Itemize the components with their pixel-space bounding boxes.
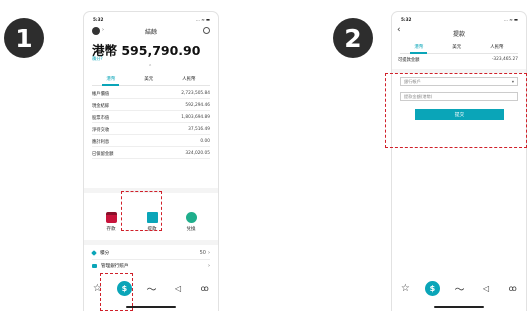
chart-icon[interactable]: 〜 [144, 281, 158, 296]
people-icon[interactable]: ꝏ [506, 281, 520, 295]
bank-card-icon [92, 264, 97, 268]
balance-row: 股票市值 1,803,694.89 [92, 113, 210, 123]
status-icons: ... ≈ ▬ [195, 17, 210, 22]
status-icons: ... ≈ ▬ [503, 17, 518, 22]
phone-balance-screen: 5:32 ... ≈ ▬ › 結餘 港幣 595,790.90 積分? ⌃ 港幣… [83, 11, 219, 311]
balance-row: 應計利息 0.00 [92, 137, 210, 147]
highlight-withdraw [121, 191, 162, 231]
row-label: 應計利息 [92, 139, 110, 145]
send-icon[interactable]: ◁ [171, 281, 185, 295]
tab-rmb[interactable]: 人民幣 [490, 44, 504, 50]
row-label: 帳戶價值 [92, 91, 110, 97]
row-value: 0.00 [200, 139, 210, 144]
home-indicator [434, 306, 484, 308]
page-title: 提款 [452, 31, 465, 38]
exchange-button[interactable]: 兌換 [176, 208, 206, 238]
collapse-chevron-icon[interactable]: ⌃ [148, 64, 152, 70]
exchange-label: 兌換 [186, 227, 196, 232]
available-row: 可提款金額 -323,465.27 [398, 55, 518, 64]
row-label: 股票市值 [92, 115, 110, 121]
balance-amount: 港幣 595,790.90 [92, 43, 201, 58]
highlight-withdraw-form [385, 73, 527, 148]
people-icon[interactable]: ꝏ [198, 281, 212, 295]
search-icon[interactable] [203, 27, 210, 34]
menu-item-points[interactable]: 積分 50 › [91, 247, 210, 260]
row-value: 592,294.46 [185, 103, 210, 108]
deposit-label: 存款 [106, 227, 116, 232]
balance-info-link[interactable]: 積分? [92, 56, 103, 62]
section-divider [84, 240, 218, 245]
row-value: 324,020.05 [185, 151, 210, 156]
tab-usd[interactable]: 美元 [144, 76, 153, 82]
row-label: 現金結餘 [92, 103, 110, 109]
step-badge-2: 2 [333, 18, 373, 58]
chevron-right-icon: › [208, 263, 210, 269]
page-title: 結餘 [144, 29, 157, 36]
points-icon [91, 250, 97, 256]
star-icon[interactable]: ☆ [398, 281, 412, 295]
status-time: 5:32 [401, 17, 412, 22]
chart-icon[interactable]: 〜 [452, 281, 466, 296]
row-label: 淨待交收 [92, 127, 110, 133]
wallet-icon [105, 212, 117, 223]
available-label: 可提款金額 [398, 57, 420, 63]
status-time: 5:32 [93, 17, 104, 22]
row-value: 2,723,505.84 [181, 91, 210, 96]
dollar-icon[interactable]: $ [424, 281, 440, 296]
available-value: -323,465.27 [491, 57, 518, 62]
menu-label: 積分 [100, 251, 110, 256]
send-icon[interactable]: ◁ [479, 281, 493, 295]
row-value: 37,516.49 [188, 127, 210, 132]
bottom-nav: ☆ $ 〜 ◁ ꝏ [392, 271, 526, 311]
balance-row: 現金結餘 592,294.46 [92, 101, 210, 111]
balance-row: 帳戶價值 2,723,505.84 [92, 89, 210, 99]
menu-label: 管理銀行賬戶 [101, 264, 129, 269]
home-indicator [126, 306, 176, 308]
phone-withdraw-screen: 5:32 ... ≈ ▬ ‹ 提款 港幣 美元 人民幣 可提款金額 -323,4… [391, 11, 527, 311]
tab-rmb[interactable]: 人民幣 [182, 76, 196, 82]
step-badge-1: 1 [4, 18, 44, 58]
currency-tabs: 港幣 美元 人民幣 [400, 44, 518, 54]
menu-value: 50 [199, 250, 206, 256]
chevron-right-icon: › [208, 250, 210, 256]
balance-row: 淨待交收 37,516.49 [92, 125, 210, 135]
row-value: 1,803,694.89 [181, 115, 210, 120]
exchange-icon [185, 212, 197, 223]
tab-hkd[interactable]: 港幣 [410, 44, 428, 54]
tab-hkd[interactable]: 港幣 [102, 76, 120, 86]
balance-row: 已保留金額 324,020.05 [92, 149, 210, 159]
row-label: 已保留金額 [92, 151, 114, 157]
currency-tabs: 港幣 美元 人民幣 [92, 76, 210, 86]
tab-usd[interactable]: 美元 [452, 44, 461, 50]
